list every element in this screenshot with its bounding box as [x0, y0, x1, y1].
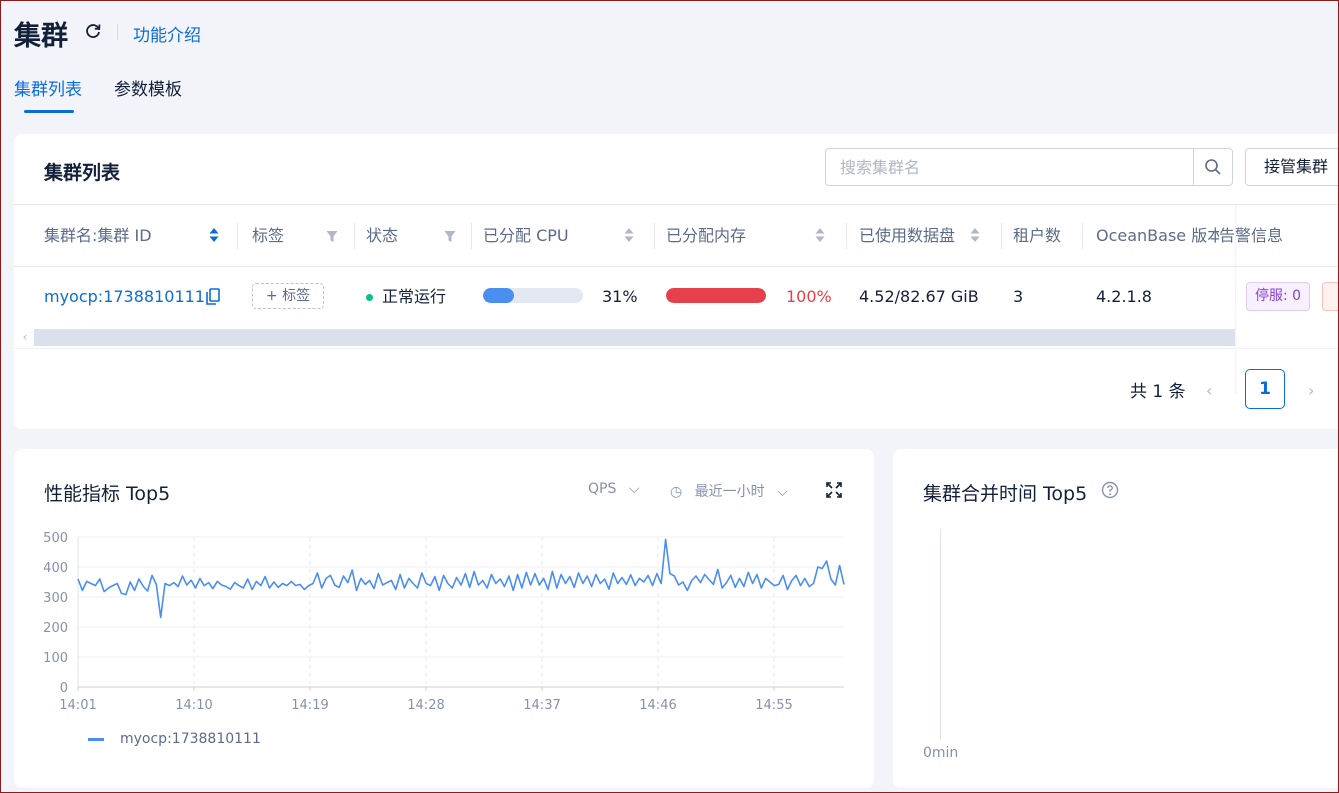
x-tick-label: 14:46 — [639, 698, 676, 713]
alarm-badge-stopped[interactable]: 停服: 0 — [1246, 282, 1311, 311]
column-divider — [1001, 223, 1002, 249]
search-button[interactable] — [1193, 149, 1232, 185]
chevron-down-icon: ⌵ — [777, 484, 788, 500]
y-tick-label: 0 — [60, 681, 68, 696]
filter-icon[interactable] — [326, 228, 338, 246]
col-tag[interactable]: 标签 — [252, 205, 284, 266]
sort-icon[interactable] — [208, 226, 220, 244]
col-tenants: 租户数 — [1013, 226, 1062, 245]
filter-icon[interactable] — [444, 228, 456, 246]
next-page-button[interactable]: › — [1308, 381, 1314, 400]
search-icon — [1205, 159, 1221, 175]
feature-intro-link[interactable]: 功能介绍 — [133, 21, 201, 46]
cluster-list-title: 集群列表 — [44, 162, 121, 184]
plus-icon: + — [265, 288, 283, 304]
y-tick-label: 100 — [43, 651, 68, 666]
col-status[interactable]: 状态 — [366, 205, 398, 266]
x-tick-label: 14:55 — [755, 698, 792, 713]
col-alarm: 告警信息 — [1219, 205, 1284, 266]
scroll-left-arrow[interactable]: ‹ — [18, 330, 32, 344]
column-divider — [654, 223, 655, 249]
col-version: OceanBase 版本号 — [1096, 226, 1240, 245]
table-header: 集群名:集群 ID 标签 状态 已分配 CPU 已分配内存 已使用数据盘 租户数… — [14, 204, 1339, 267]
cluster-list-card: 集群列表 接管集群 集群名:集群 ID 标签 状态 已分配 CPU — [14, 134, 1339, 429]
y-tick-label: 300 — [43, 591, 68, 606]
chevron-down-icon: ⌵ — [628, 481, 640, 497]
column-divider — [237, 223, 238, 249]
disk-usage: 4.52/82.67 GiB — [859, 287, 979, 306]
series-line — [77, 538, 845, 619]
col-memory[interactable]: 已分配内存 — [666, 205, 746, 266]
takeover-cluster-button[interactable]: 接管集群 — [1245, 148, 1339, 186]
active-tab-indicator — [24, 110, 74, 113]
col-cpu[interactable]: 已分配 CPU — [483, 205, 569, 266]
column-divider — [1082, 223, 1083, 249]
x-tick-label: 14:28 — [407, 698, 444, 713]
column-divider — [354, 223, 355, 249]
cpu-percent: 31% — [602, 287, 638, 306]
x-tick-label: 14:10 — [175, 698, 212, 713]
column-divider — [471, 223, 472, 249]
y-tick-label: 500 — [43, 531, 68, 546]
add-tag-button[interactable]: + 标签 — [252, 283, 324, 309]
page-number-button[interactable]: 1 — [1245, 369, 1285, 409]
alarm-badge-other[interactable] — [1322, 282, 1339, 311]
page-title: 集群 — [14, 21, 68, 52]
fixed-column-shadow — [1235, 204, 1237, 394]
cpu-progress-fill — [483, 288, 514, 303]
col-cluster-name[interactable]: 集群名:集群 ID — [44, 205, 152, 266]
pagination-total: 共 1 条 — [1130, 382, 1186, 402]
chart-legend[interactable]: myocp:1738810111 — [88, 731, 261, 747]
status-dot — [366, 294, 373, 301]
merge-chart-axis — [940, 529, 941, 739]
search-box — [825, 148, 1233, 186]
tenant-count: 3 — [1013, 287, 1024, 306]
tab-parameter-template[interactable]: 参数模板 — [114, 75, 182, 100]
merge-time-card: 集群合并时间 Top5 0min — [893, 449, 1339, 788]
memory-progress-bar — [666, 288, 766, 303]
y-tick-label: 400 — [43, 561, 68, 576]
cluster-name-link[interactable]: myocp:1738810111 — [44, 266, 205, 328]
fullscreen-icon[interactable] — [826, 482, 842, 498]
qps-line-chart: 0 100 200 300 400 500 14:01 14:10 14:19 14:28 14:3… — [43, 531, 845, 713]
tab-cluster-list[interactable]: 集群列表 — [14, 75, 82, 100]
search-input[interactable] — [826, 149, 1196, 185]
x-tick-label: 14:19 — [291, 698, 328, 713]
sort-icon[interactable] — [969, 226, 981, 244]
sort-icon[interactable] — [814, 226, 826, 244]
clock-icon: ◷ — [670, 484, 683, 500]
ob-version: 4.2.1.8 — [1096, 287, 1152, 306]
column-divider — [846, 223, 847, 249]
x-tick-label: 14:01 — [59, 698, 96, 713]
legend-swatch — [88, 737, 104, 741]
sort-icon[interactable] — [623, 226, 635, 244]
copy-icon[interactable] — [206, 288, 220, 305]
col-disk[interactable]: 已使用数据盘 — [859, 205, 955, 266]
x-tick-label: 14:37 — [523, 698, 560, 713]
metric-select[interactable]: QPS ⌵ — [588, 481, 639, 497]
performance-title: 性能指标 Top5 — [44, 483, 171, 505]
table-row: myocp:1738810111 + 标签 正常运行 31% 100% 4.52… — [14, 266, 1339, 328]
footer-divider — [14, 348, 1339, 349]
merge-time-title: 集群合并时间 Top5 — [923, 483, 1088, 505]
y-tick-label: 200 — [43, 621, 68, 636]
prev-page-button[interactable]: ‹ — [1206, 381, 1212, 400]
merge-y-zero-label: 0min — [923, 745, 959, 761]
refresh-icon[interactable] — [84, 22, 102, 40]
time-range-select[interactable]: ◷ 最近一小时 ⌵ — [670, 481, 788, 501]
memory-progress-fill — [666, 288, 766, 303]
performance-card: 性能指标 Top5 QPS ⌵ ◷ 最近一小时 ⌵ 0 100 200 300 400 5… — [14, 449, 874, 788]
header-divider — [117, 24, 118, 40]
legend-label: myocp:1738810111 — [120, 731, 261, 747]
status-text: 正常运行 — [382, 287, 447, 306]
cpu-progress-bar — [483, 288, 583, 303]
horizontal-scrollbar[interactable] — [34, 329, 1235, 346]
help-icon[interactable] — [1101, 481, 1119, 499]
memory-percent: 100% — [786, 287, 832, 306]
